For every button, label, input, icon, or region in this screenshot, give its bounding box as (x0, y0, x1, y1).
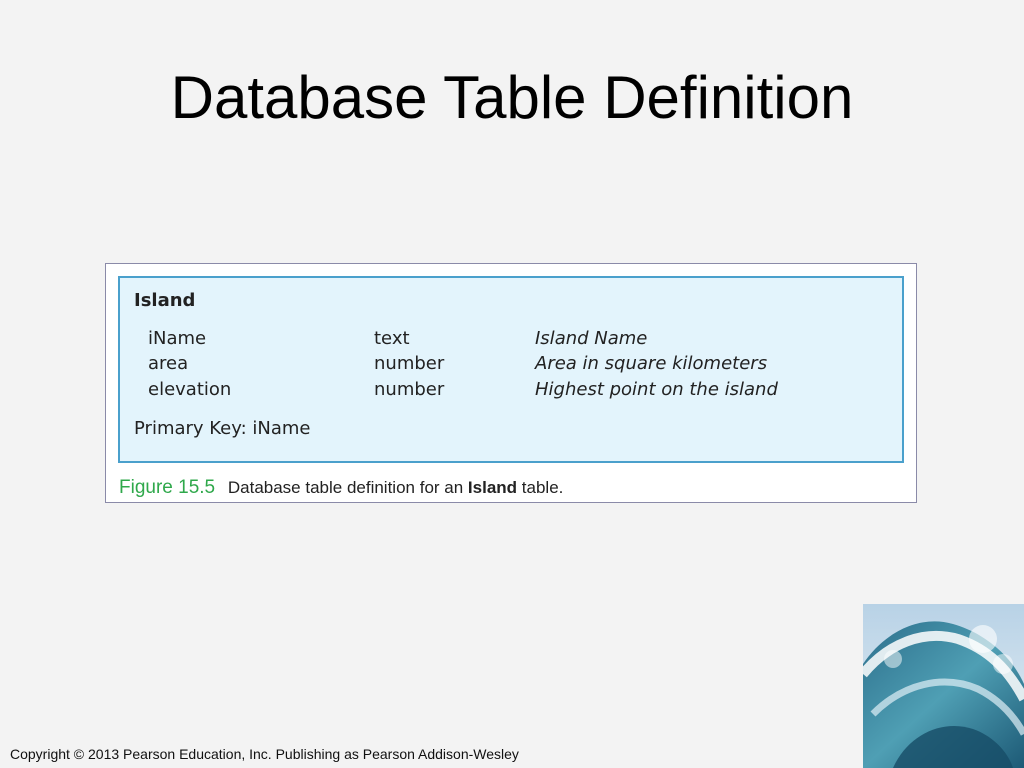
field-row: area number Area in square kilometers (120, 353, 902, 378)
slide-title: Database Table Definition (170, 64, 854, 131)
field-description: Area in square kilometers (535, 353, 768, 374)
table-definition-box: Island iName text Island Name area numbe… (118, 276, 904, 463)
copyright-footer: Copyright © 2013 Pearson Education, Inc.… (10, 746, 519, 762)
caption-text-end: table. (521, 478, 564, 497)
figure-caption: Figure 15.5 Database table definition fo… (119, 477, 563, 499)
field-type: number (374, 379, 445, 400)
caption-text: Database table definition for an (227, 478, 464, 497)
caption-table-name: Island (467, 478, 518, 497)
field-description: Highest point on the island (535, 379, 778, 400)
field-name: area (148, 353, 189, 374)
primary-key: Primary Key: iName (134, 418, 311, 439)
field-type: text (374, 328, 410, 349)
field-row: iName text Island Name (120, 328, 902, 353)
figure-panel: Island iName text Island Name area numbe… (105, 263, 917, 503)
figure-label: Figure 15.5 (119, 477, 216, 498)
wave-image (863, 604, 1024, 768)
field-description: Island Name (535, 328, 648, 349)
field-name: elevation (148, 379, 232, 400)
field-type: number (374, 353, 445, 374)
table-name: Island (134, 290, 196, 311)
field-name: iName (148, 328, 207, 349)
wave-icon (863, 604, 1024, 768)
field-row: elevation number Highest point on the is… (120, 379, 902, 404)
